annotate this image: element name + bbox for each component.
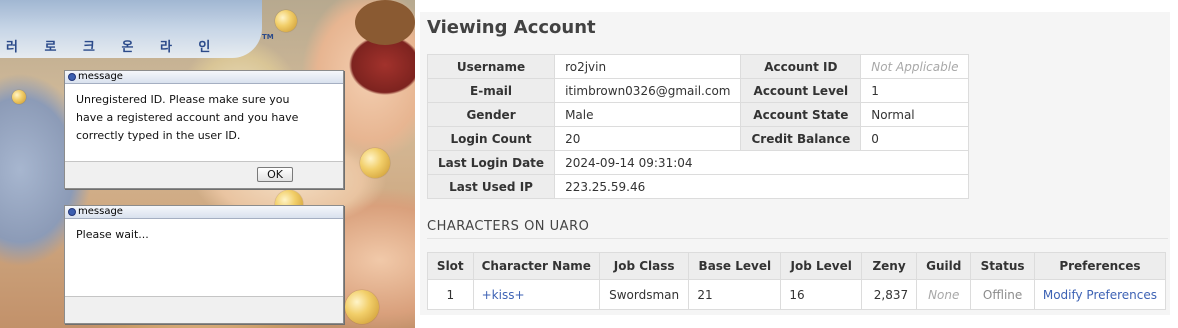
- message-icon: [68, 208, 76, 216]
- last-login-date-label: Last Login Date: [426, 150, 556, 175]
- character-job-class: Swordsman: [598, 279, 690, 310]
- account-id-value: Not Applicable: [860, 54, 970, 79]
- table-row: Last Login Date 2024-09-14 09:31:04: [426, 150, 970, 175]
- table-header-row: Slot Character Name Job Class Base Level…: [427, 252, 1167, 280]
- section-divider: [427, 238, 1168, 239]
- account-info-table: Username ro2jvin Account ID Not Applicab…: [426, 54, 970, 199]
- account-state-value: Normal: [860, 102, 970, 127]
- dialog-message: Unregistered ID. Please make sure you ha…: [76, 93, 299, 142]
- character-job-level: 16: [780, 279, 862, 310]
- account-state-label: Account State: [740, 102, 862, 127]
- dialog-title: message: [78, 71, 123, 82]
- table-row: Last Used IP 223.25.59.46: [426, 174, 970, 199]
- username-label: Username: [426, 54, 556, 79]
- coin-decoration: [360, 148, 390, 178]
- last-used-ip-label: Last Used IP: [426, 174, 556, 199]
- table-row: E-mail itimbrown0326@gmail.com Account L…: [426, 78, 970, 103]
- character-status: Offline: [970, 279, 1035, 310]
- game-logo-tm: TM: [262, 33, 274, 41]
- dialog-message: Please wait...: [76, 228, 149, 241]
- characters-section-title: CHARACTERS ON UARO: [427, 219, 590, 234]
- game-logo-text: 러 로 크 온 라 인: [6, 40, 222, 55]
- credit-balance-label: Credit Balance: [740, 126, 862, 151]
- last-login-date-value: 2024-09-14 09:31:04: [554, 150, 970, 175]
- dialog-title: message: [78, 206, 123, 217]
- credit-balance-value: 0: [860, 126, 970, 151]
- characters-table: Slot Character Name Job Class Base Level…: [427, 252, 1167, 310]
- error-message-dialog: message Unregistered ID. Please make sur…: [64, 70, 344, 189]
- col-header-zeny: Zeny: [860, 252, 918, 280]
- character-zeny: 2,837: [860, 279, 918, 310]
- dialog-footer: [65, 296, 343, 323]
- last-used-ip-value: 223.25.59.46: [554, 174, 970, 199]
- col-header-job-level: Job Level: [780, 252, 862, 280]
- game-client-screenshot: 러 로 크 온 라 인 TM message Unregistered ID. …: [0, 0, 415, 328]
- dialog-title-bar[interactable]: message: [65, 71, 343, 84]
- ok-button[interactable]: OK: [257, 167, 293, 182]
- email-value: itimbrown0326@gmail.com: [554, 78, 742, 103]
- table-row: Gender Male Account State Normal: [426, 102, 970, 127]
- account-level-value: 1: [860, 78, 970, 103]
- username-value: ro2jvin: [554, 54, 742, 79]
- character-art: [355, 0, 415, 45]
- page-title: Viewing Account: [427, 17, 596, 38]
- gender-label: Gender: [426, 102, 556, 127]
- login-count-value: 20: [554, 126, 742, 151]
- character-base-level: 21: [688, 279, 782, 310]
- table-row: 1 +kiss+ Swordsman 21 16 2,837 None Offl…: [427, 279, 1167, 310]
- dialog-title-bar[interactable]: message: [65, 206, 343, 219]
- wait-message-dialog: message Please wait...: [64, 205, 344, 324]
- col-header-slot: Slot: [427, 252, 474, 280]
- col-header-status: Status: [970, 252, 1035, 280]
- character-guild: None: [916, 279, 972, 310]
- col-header-base-level: Base Level: [688, 252, 782, 280]
- account-panel: Viewing Account Username ro2jvin Account…: [420, 12, 1170, 315]
- coin-decoration: [275, 10, 297, 32]
- character-name-link[interactable]: +kiss+: [472, 279, 600, 310]
- modify-preferences-link[interactable]: Modify Preferences: [1033, 279, 1167, 310]
- coin-decoration: [345, 290, 379, 324]
- gender-value: Male: [554, 102, 742, 127]
- col-header-preferences: Preferences: [1033, 252, 1167, 280]
- character-slot: 1: [427, 279, 474, 310]
- table-row: Login Count 20 Credit Balance 0: [426, 126, 970, 151]
- col-header-guild: Guild: [916, 252, 972, 280]
- coin-decoration: [12, 90, 26, 104]
- table-row: Username ro2jvin Account ID Not Applicab…: [426, 54, 970, 79]
- col-header-character-name: Character Name: [472, 252, 600, 280]
- dialog-footer: OK: [65, 161, 343, 188]
- message-icon: [68, 73, 76, 81]
- email-label: E-mail: [426, 78, 556, 103]
- account-level-label: Account Level: [740, 78, 862, 103]
- login-count-label: Login Count: [426, 126, 556, 151]
- col-header-job-class: Job Class: [598, 252, 690, 280]
- account-id-label: Account ID: [740, 54, 862, 79]
